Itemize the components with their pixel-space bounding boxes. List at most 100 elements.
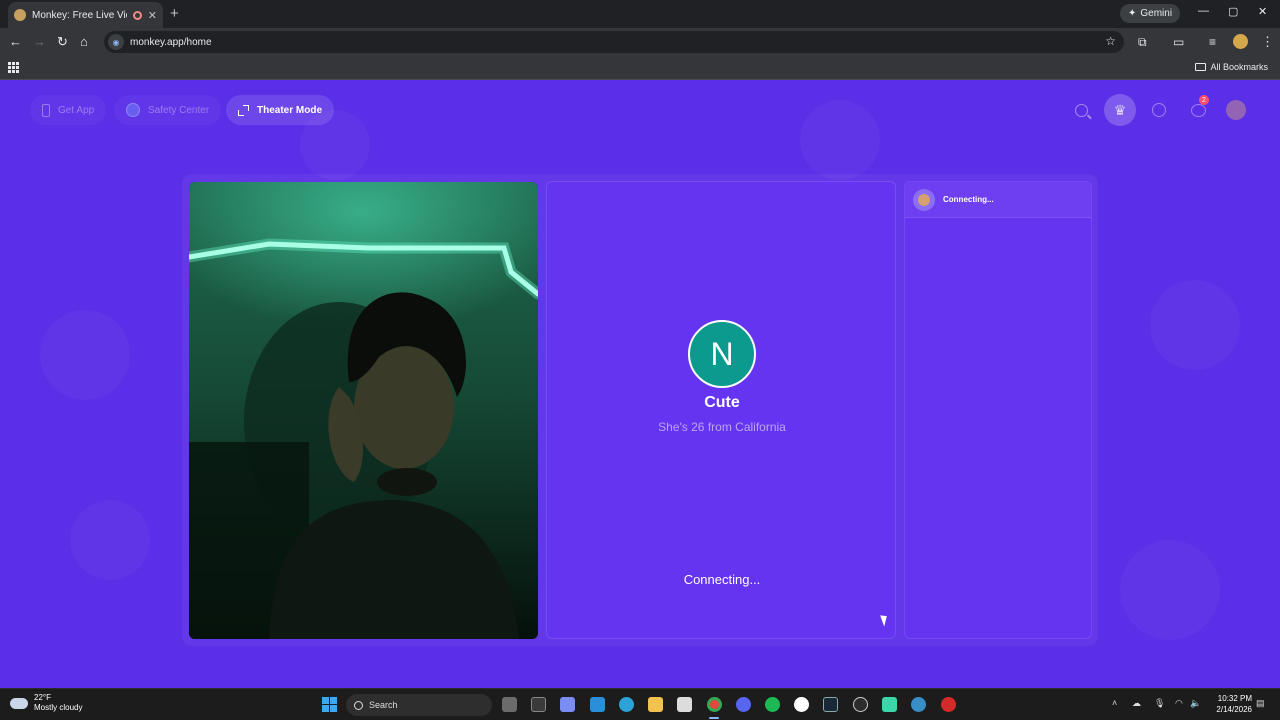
safety-center-label: Safety Center [148, 104, 210, 116]
taskbar-search[interactable]: Search [346, 694, 492, 716]
theater-mode-label: Theater Mode [257, 104, 323, 116]
spotify-icon[interactable] [765, 697, 780, 712]
file-explorer-icon[interactable] [648, 697, 663, 712]
reload-icon[interactable]: ↻ [57, 34, 68, 50]
app-icon[interactable] [882, 697, 897, 712]
gemini-button[interactable]: ✦ Gemini [1120, 4, 1181, 23]
background-pattern [1150, 280, 1240, 370]
time: 10:32 PM [1217, 694, 1252, 703]
weather-condition: Mostly cloudy [34, 703, 83, 712]
chrome-icon[interactable] [707, 697, 722, 712]
recording-indicator-icon [132, 10, 142, 20]
gemini-sparkle-icon: ✦ [1128, 8, 1137, 19]
history-button[interactable] [1146, 97, 1172, 123]
discord-icon[interactable] [736, 697, 751, 712]
wifi-icon[interactable]: ◠ [1175, 698, 1183, 709]
browser-tabstrip: Monkey: Free Live Video Ch ✕ + ✦ Gemini … [0, 0, 1280, 28]
chat-header: Connecting... [905, 182, 1091, 218]
search-icon [1074, 103, 1088, 117]
windows-start-icon[interactable] [322, 697, 337, 712]
chat-panel: Connecting... [904, 181, 1092, 639]
minimize-button[interactable]: — [1198, 5, 1209, 17]
obs-icon[interactable] [853, 697, 868, 712]
extensions-icon[interactable]: ⧉ [1138, 34, 1147, 50]
browser-toolbar: ← → ↻ ⌂ ◉ monkey.app/home ☆ ⧉ ▭ ≡ ⋮ [0, 28, 1280, 56]
onedrive-icon[interactable]: ☁ [1132, 698, 1141, 709]
back-icon[interactable]: ← [9, 34, 22, 50]
address-bar[interactable]: ◉ monkey.app/home ☆ [104, 31, 1124, 53]
active-app-indicator [709, 717, 719, 719]
app-icon[interactable] [911, 697, 926, 712]
background-pattern [800, 100, 880, 180]
shield-icon [126, 103, 140, 117]
tray-chevron-icon[interactable]: ˄ [1112, 698, 1117, 708]
notifications-icon[interactable]: ▤ [1256, 698, 1265, 709]
windows-taskbar: 22°F Mostly cloudy Search ˄ ☁ 🎙 ◠ 🔈 10:3… [0, 688, 1280, 720]
new-tab-button[interactable]: + [170, 5, 179, 22]
tab-close-button[interactable]: ✕ [148, 9, 157, 22]
chat-status: Connecting... [943, 195, 994, 204]
date: 2/14/2026 [1216, 705, 1252, 714]
task-view-icon[interactable] [502, 697, 517, 712]
connection-status: Connecting... [683, 572, 761, 587]
copilot-icon[interactable] [560, 697, 575, 712]
monkey-favicon-icon [14, 9, 26, 21]
background-pattern [40, 310, 130, 400]
maximize-button[interactable]: ▢ [1228, 5, 1238, 18]
crown-icon: ♛ [1113, 101, 1127, 118]
get-app-button[interactable]: Get App [30, 95, 107, 125]
apps-grid-icon[interactable] [8, 62, 19, 73]
background-pattern [1120, 540, 1220, 640]
phone-icon [42, 103, 50, 117]
home-icon[interactable]: ⌂ [80, 34, 88, 50]
site-info-icon[interactable]: ◉ [108, 34, 124, 50]
folder-icon [1195, 63, 1207, 71]
volume-icon[interactable]: 🔈 [1190, 698, 1201, 709]
safety-center-button[interactable]: Safety Center [114, 95, 222, 125]
chat-bubble-icon [1190, 103, 1206, 117]
store-icon[interactable] [677, 697, 692, 712]
media-controls-icon[interactable]: ≡ [1209, 34, 1216, 50]
cloud-icon [10, 697, 28, 709]
messages-button[interactable]: 2 [1185, 95, 1211, 123]
expand-icon [238, 104, 249, 116]
cast-icon[interactable]: ▭ [1173, 34, 1184, 50]
get-app-label: Get App [58, 104, 95, 116]
terminal-icon[interactable] [531, 697, 546, 712]
close-window-button[interactable]: ✕ [1258, 5, 1267, 18]
gemini-label: Gemini [1140, 8, 1173, 19]
all-bookmarks-label: All Bookmarks [1210, 62, 1268, 72]
system-clock[interactable]: 10:32 PM 2/14/2026 [1206, 693, 1252, 715]
all-bookmarks-button[interactable]: All Bookmarks [1195, 62, 1268, 72]
messages-badge: 2 [1199, 95, 1209, 105]
steam-icon[interactable] [823, 697, 838, 712]
background-pattern [70, 500, 150, 580]
teams-icon[interactable] [590, 697, 605, 712]
self-camera-feed [189, 182, 538, 639]
app-icon[interactable] [941, 697, 956, 712]
monkey-avatar-icon [913, 188, 935, 211]
menu-kebab-icon[interactable]: ⋮ [1261, 34, 1274, 50]
profile-button[interactable] [1223, 97, 1249, 123]
microphone-icon[interactable]: 🎙 [1154, 698, 1165, 709]
tab-title: Monkey: Free Live Video Ch [32, 9, 127, 21]
browser-tab[interactable]: Monkey: Free Live Video Ch ✕ [8, 2, 163, 28]
edge-icon[interactable] [619, 697, 634, 712]
premium-crown-button[interactable]: ♛ [1104, 94, 1136, 126]
url-text: monkey.app/home [130, 36, 212, 48]
weather-widget[interactable]: 22°F Mostly cloudy [10, 693, 82, 713]
profile-avatar-icon[interactable] [1233, 34, 1248, 49]
peer-bio: She's 26 from California [658, 420, 786, 434]
search-button[interactable] [1068, 97, 1094, 123]
forward-icon[interactable]: → [33, 34, 46, 50]
xbox-icon[interactable] [794, 697, 809, 712]
bookmark-star-icon[interactable]: ☆ [1105, 34, 1116, 48]
search-icon [354, 700, 363, 710]
clock-icon [1152, 103, 1166, 117]
peer-panel: N Cute She's 26 from California Connecti… [546, 181, 896, 639]
theater-mode-button[interactable]: Theater Mode [226, 95, 335, 125]
temperature: 22°F [34, 693, 51, 702]
camera-image [189, 182, 538, 639]
bookmarks-bar: All Bookmarks [0, 56, 1280, 80]
peer-avatar: N [688, 320, 756, 388]
